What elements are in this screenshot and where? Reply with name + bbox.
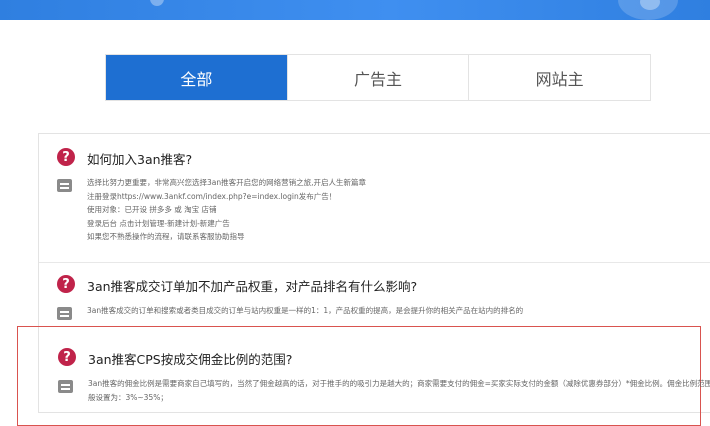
- top-banner: [0, 0, 710, 20]
- answer-line: 登录后台 点击计划管理-新建计划-新建广告: [87, 218, 230, 228]
- answer-line: 使用对象：已开设 拼多多 或 淘宝 店铺: [87, 205, 217, 214]
- faq-item: ? 3an推客成交订单加不加产品权重，对产品排名有什么影响? 3an推客成交的订…: [39, 262, 710, 325]
- faq-question[interactable]: 3an推客CPS按成交佣金比例的范围?: [88, 349, 292, 368]
- faq-item: ? 如何加入3an推客? 选择比努力更重要，非常高兴您选择3an推客开启您的网络…: [39, 134, 710, 262]
- question-mark-icon: ?: [57, 275, 75, 293]
- faq-list: ? 如何加入3an推客? 选择比努力更重要，非常高兴您选择3an推客开启您的网络…: [17, 133, 710, 426]
- faq-answer: 3an推客成交的订单和搜索或者类目成交的订单与站内权重是一样的1：1，产品权重的…: [87, 304, 523, 318]
- banner-decoration: [150, 0, 164, 6]
- answer-lines-icon: [57, 307, 72, 320]
- answer-line: 般设置为：3%~35%；: [88, 392, 168, 402]
- answer-lines-icon: [57, 179, 72, 192]
- answer-line: 3an推客成交的订单和搜索或者类目成交的订单与站内权重是一样的1：1，产品权重的…: [87, 306, 524, 315]
- answer-line: 3an推客的佣金比例是需要商家自己填写的，当然了佣金越高的话，对于推手的的吸引力…: [88, 379, 710, 388]
- tab-advertiser[interactable]: 广告主: [286, 55, 469, 100]
- question-mark-icon: ?: [57, 148, 75, 166]
- faq-answer: 选择比努力更重要，非常高兴您选择3an推客开启您的网络营销之旅,开启人生新篇章 …: [87, 176, 366, 244]
- faq-item-highlighted: ? 3an推客CPS按成交佣金比例的范围? 3an推客的佣金比例是需要商家自己填…: [17, 326, 710, 426]
- faq-question[interactable]: 如何加入3an推客?: [87, 149, 192, 168]
- answer-lines-icon: [58, 380, 73, 393]
- tab-webmaster[interactable]: 网站主: [468, 55, 650, 100]
- answer-line: 选择比努力更重要，非常高兴您选择3an推客开启您的网络营销之旅,开启人生新篇章: [87, 178, 367, 187]
- answer-line: 如果您不熟悉操作的流程，请联系客服协助指导: [87, 232, 245, 241]
- category-tabs: 全部 广告主 网站主: [105, 54, 651, 101]
- question-mark-icon: ?: [58, 348, 76, 366]
- faq-question[interactable]: 3an推客成交订单加不加产品权重，对产品排名有什么影响?: [87, 276, 417, 295]
- answer-line: 注册登录https://www.3ankf.com/index.php?e=in…: [87, 191, 337, 201]
- tab-all[interactable]: 全部: [106, 55, 287, 100]
